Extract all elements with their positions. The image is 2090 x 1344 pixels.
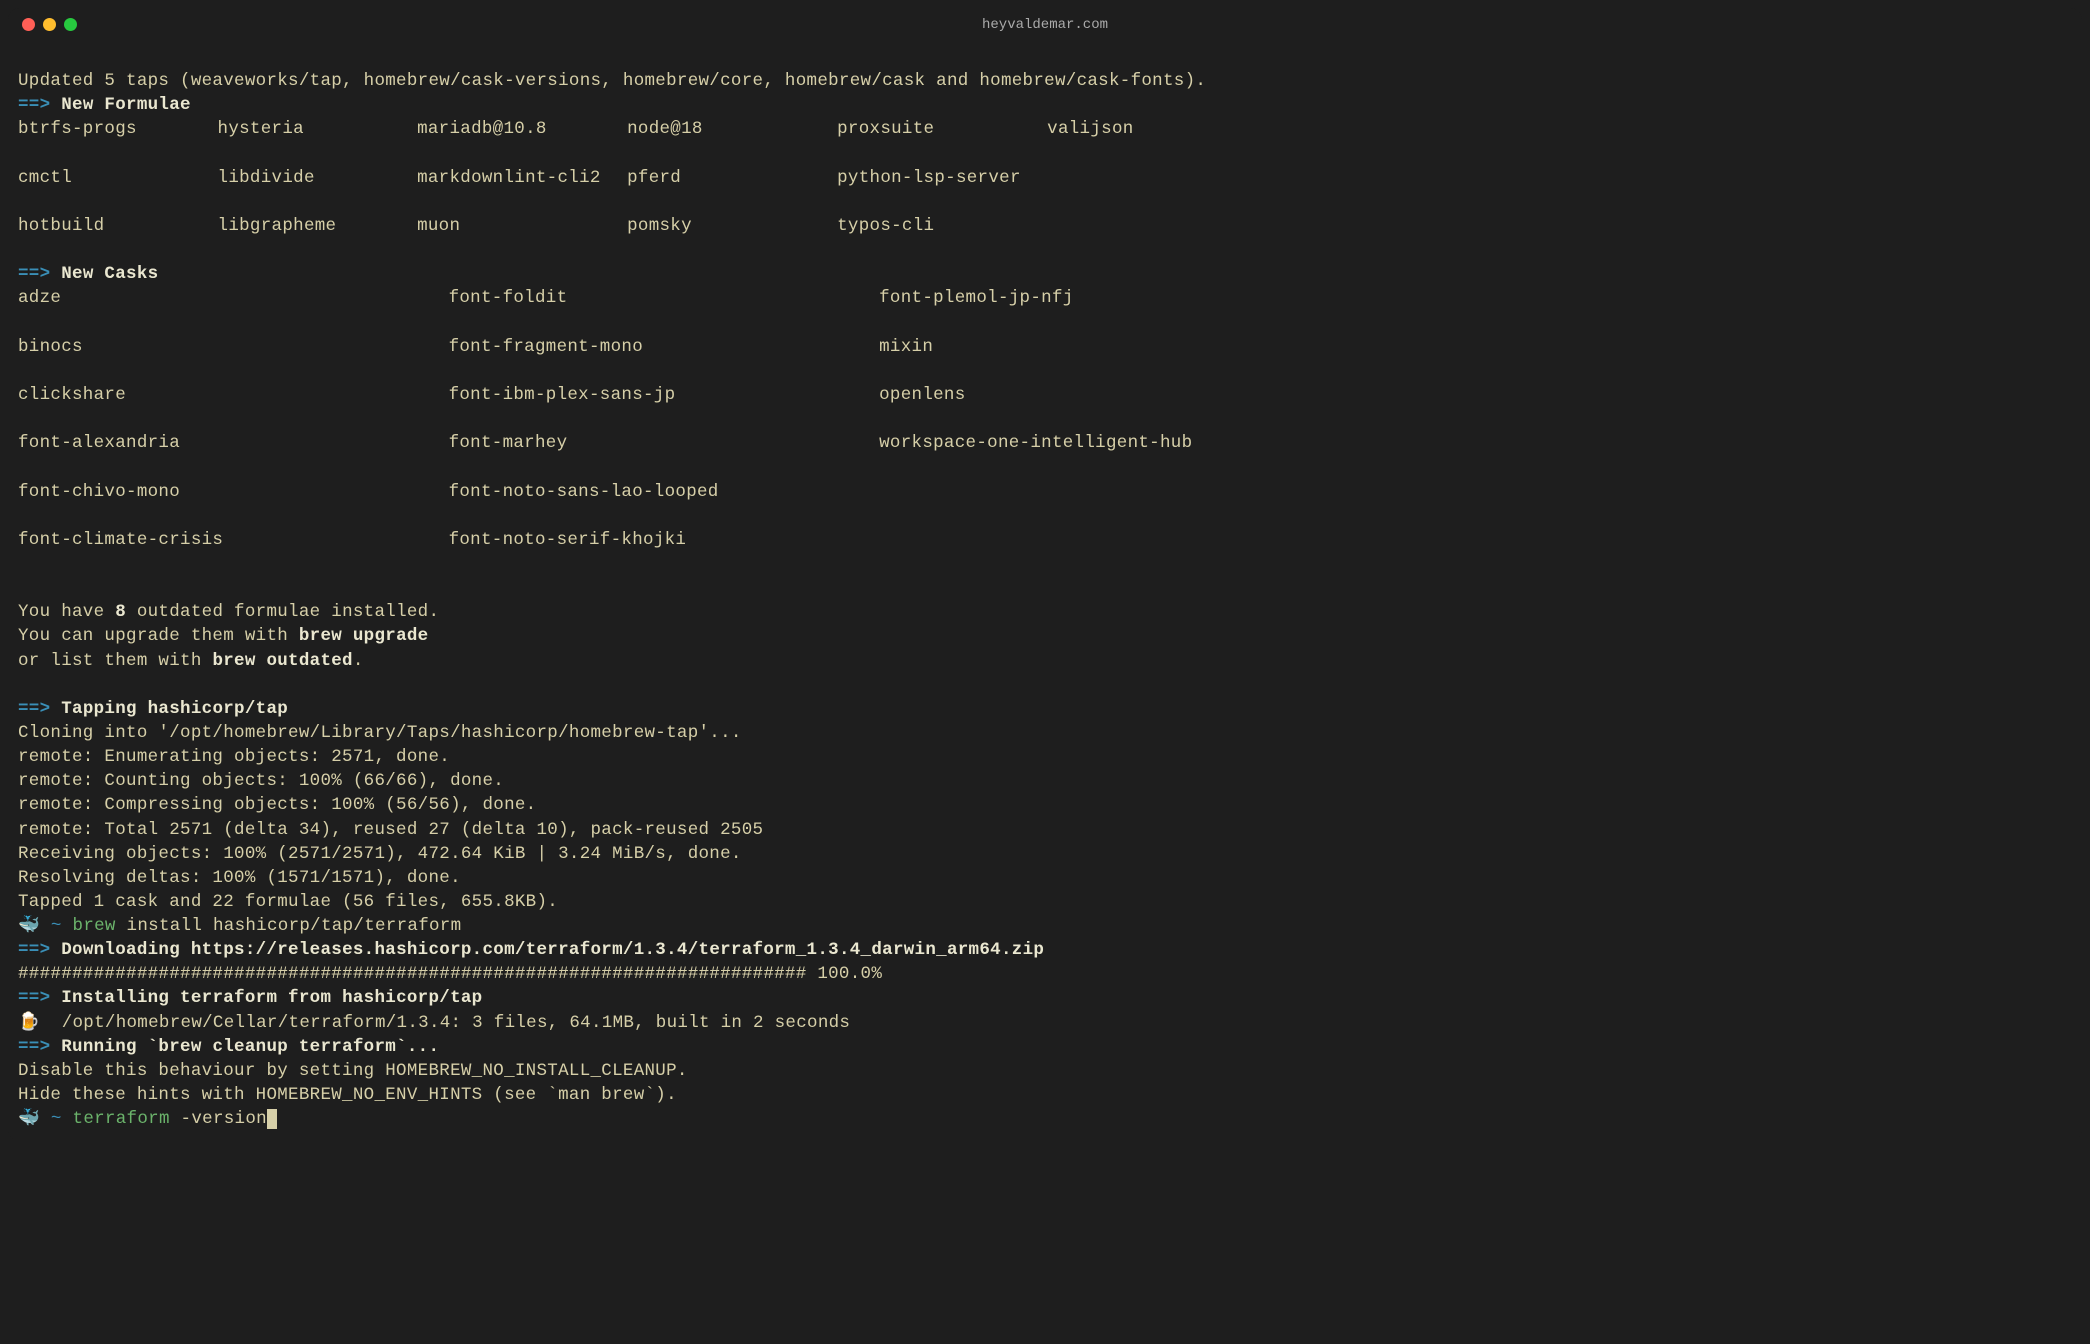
cask-item: clickshare xyxy=(18,383,449,407)
cask-item: font-noto-serif-khojki xyxy=(449,528,880,552)
section-tapping: Tapping hashicorp/tap xyxy=(61,699,288,719)
casks-row: font-climate-crisisfont-noto-serif-khojk… xyxy=(18,528,2072,552)
brew-outdated: brew outdated xyxy=(212,651,352,671)
section-arrow: ==> xyxy=(18,699,50,719)
cask-item: font-alexandria xyxy=(18,431,449,455)
cleanup-line: Disable this behaviour by setting HOMEBR… xyxy=(18,1061,688,1081)
section-arrow: ==> xyxy=(18,264,50,284)
cask-item: font-plemol-jp-nfj xyxy=(879,286,1073,310)
formula-item: proxsuite xyxy=(837,117,1047,141)
formula-item: markdownlint-cli2 xyxy=(417,166,627,190)
cask-item: font-climate-crisis xyxy=(18,528,449,552)
clone-line: remote: Compressing objects: 100% (56/56… xyxy=(18,795,536,815)
maximize-icon[interactable] xyxy=(64,18,77,31)
formula-item: pferd xyxy=(627,166,837,190)
section-running: Running `brew cleanup terraform`... xyxy=(61,1037,439,1057)
window-title: heyvaldemar.com xyxy=(982,17,1108,33)
formulae-row: hotbuildlibgraphememuonpomskytypos-cli xyxy=(18,214,2072,238)
beer-icon: 🍺 xyxy=(18,1013,40,1033)
section-arrow: ==> xyxy=(18,95,50,115)
cursor-icon xyxy=(267,1109,277,1129)
install-path: /opt/homebrew/Cellar/terraform/1.3.4: 3 … xyxy=(40,1013,850,1033)
traffic-lights xyxy=(22,18,77,31)
prompt-args: -version xyxy=(170,1109,267,1129)
formula-item: hysteria xyxy=(218,117,418,141)
clone-line: Receiving objects: 100% (2571/2571), 472… xyxy=(18,844,742,864)
cask-item: font-chivo-mono xyxy=(18,480,449,504)
whale-icon: 🐳 xyxy=(18,1109,40,1129)
cask-item: font-foldit xyxy=(449,286,880,310)
cask-item: font-ibm-plex-sans-jp xyxy=(449,383,880,407)
casks-row: font-alexandriafont-marheyworkspace-one-… xyxy=(18,431,2072,455)
close-icon[interactable] xyxy=(22,18,35,31)
formula-item: python-lsp-server xyxy=(837,166,1047,190)
outdated-line: or list them with xyxy=(18,651,212,671)
cask-item: font-fragment-mono xyxy=(449,335,880,359)
cask-item: adze xyxy=(18,286,449,310)
section-installing: Installing terraform from hashicorp/tap xyxy=(61,988,482,1008)
terminal-body[interactable]: Updated 5 taps (weaveworks/tap, homebrew… xyxy=(8,41,2082,1141)
cask-item: mixin xyxy=(879,335,933,359)
formula-item: libgrapheme xyxy=(218,214,418,238)
progress-bar: ########################################… xyxy=(18,964,882,984)
formula-item: node@18 xyxy=(627,117,837,141)
section-arrow: ==> xyxy=(18,940,50,960)
cask-item: font-marhey xyxy=(449,431,880,455)
section-arrow: ==> xyxy=(18,1037,50,1057)
cask-item: openlens xyxy=(879,383,965,407)
minimize-icon[interactable] xyxy=(43,18,56,31)
casks-row: clicksharefont-ibm-plex-sans-jpopenlens xyxy=(18,383,2072,407)
formula-item: typos-cli xyxy=(837,214,1047,238)
clone-line: Cloning into '/opt/homebrew/Library/Taps… xyxy=(18,723,742,743)
formula-item: btrfs-progs xyxy=(18,117,218,141)
brew-upgrade: brew upgrade xyxy=(299,626,429,646)
section-arrow: ==> xyxy=(18,988,50,1008)
outdated-line: You can upgrade them with xyxy=(18,626,299,646)
prompt-tilde: ~ xyxy=(51,1109,62,1129)
prompt-tilde: ~ xyxy=(51,916,62,936)
formula-item: mariadb@10.8 xyxy=(417,117,627,141)
cask-item: binocs xyxy=(18,335,449,359)
formulae-row: cmctllibdividemarkdownlint-cli2pferdpyth… xyxy=(18,166,2072,190)
section-downloading: Downloading https://releases.hashicorp.c… xyxy=(61,940,1044,960)
prompt-command: terraform xyxy=(73,1109,170,1129)
line-updated: Updated 5 taps (weaveworks/tap, homebrew… xyxy=(18,71,1206,91)
outdated-line: . xyxy=(353,651,364,671)
cleanup-line: Hide these hints with HOMEBREW_NO_ENV_HI… xyxy=(18,1085,677,1105)
formula-item: muon xyxy=(417,214,627,238)
cask-item: font-noto-sans-lao-looped xyxy=(449,480,880,504)
casks-row: adzefont-folditfont-plemol-jp-nfj xyxy=(18,286,2072,310)
formula-item: cmctl xyxy=(18,166,218,190)
formulae-row: btrfs-progshysteriamariadb@10.8node@18pr… xyxy=(18,117,2072,141)
clone-line: Resolving deltas: 100% (1571/1571), done… xyxy=(18,868,461,888)
prompt-command: brew xyxy=(73,916,116,936)
formula-item: libdivide xyxy=(218,166,418,190)
section-new-formulae: New Formulae xyxy=(61,95,191,115)
outdated-count: 8 xyxy=(115,602,126,622)
terminal-window: heyvaldemar.com Updated 5 taps (weavewor… xyxy=(8,8,2082,1141)
cask-item: workspace-one-intelligent-hub xyxy=(879,431,1192,455)
prompt-args: install hashicorp/tap/terraform xyxy=(116,916,462,936)
clone-line: Tapped 1 cask and 22 formulae (56 files,… xyxy=(18,892,558,912)
titlebar: heyvaldemar.com xyxy=(8,8,2082,41)
clone-line: remote: Counting objects: 100% (66/66), … xyxy=(18,771,504,791)
outdated-line: outdated formulae installed. xyxy=(126,602,439,622)
clone-line: remote: Total 2571 (delta 34), reused 27… xyxy=(18,820,763,840)
whale-icon: 🐳 xyxy=(18,916,40,936)
casks-row: font-chivo-monofont-noto-sans-lao-looped xyxy=(18,480,2072,504)
formula-item: pomsky xyxy=(627,214,837,238)
outdated-line: You have xyxy=(18,602,115,622)
clone-line: remote: Enumerating objects: 2571, done. xyxy=(18,747,450,767)
section-new-casks: New Casks xyxy=(61,264,158,284)
casks-row: binocsfont-fragment-monomixin xyxy=(18,335,2072,359)
formula-item: hotbuild xyxy=(18,214,218,238)
formula-item: valijson xyxy=(1047,117,1133,141)
